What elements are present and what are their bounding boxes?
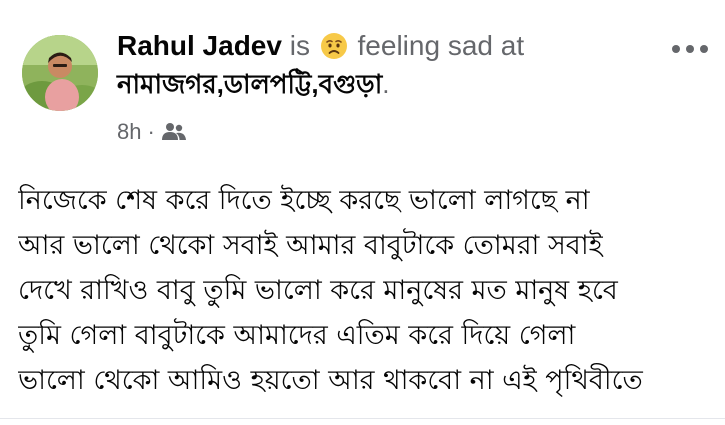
post-body: নিজেকে শেষ করে দিতে ইচ্ছে করছে ভালো লাগছ… [18, 178, 718, 403]
more-dot [686, 45, 694, 53]
author-name[interactable]: Rahul Jadev [117, 30, 282, 61]
friends-icon[interactable] [161, 121, 187, 143]
avatar[interactable] [22, 35, 98, 111]
location-name[interactable]: নামাজগর,ডালপট্টি,বগুড়া [117, 69, 382, 99]
more-dot [672, 45, 680, 53]
verb-text: is [289, 30, 310, 61]
feeling-text: feeling sad at [357, 30, 525, 61]
divider [0, 418, 725, 419]
timestamp[interactable]: 8h [117, 118, 141, 146]
location-suffix: . [382, 69, 390, 99]
meta-separator: · [147, 119, 155, 144]
more-options-icon[interactable] [672, 38, 708, 60]
avatar-photo [22, 35, 98, 111]
more-dot [700, 45, 708, 53]
post-text-line: আর ভালো থেকো সবাই আমার বাবুটাকে তোমরা সব… [18, 230, 603, 261]
post-text-line: নিজেকে শেষ করে দিতে ইচ্ছে করছে ভালো লাগছ… [18, 185, 590, 216]
post-header: Rahul Jadev is feeling sad at নামাজগর,ডা… [117, 28, 657, 104]
location-link[interactable]: নামাজগর,ডালপট্টি,বগুড়া. [117, 64, 657, 104]
sad-face-emoji-icon [320, 32, 348, 60]
post-text-line: তুমি গেলা বাবুটাকে আমাদের এতিম করে দিয়ে… [18, 320, 576, 351]
post-header-line: Rahul Jadev is feeling sad at [117, 28, 657, 64]
post-text-line: দেখে রাখিও বাবু তুমি ভালো করে মানুষের মত… [18, 275, 618, 306]
post-text-line: ভালো থেকো আমিও হয়তো আর থাকবো না এই পৃথি… [18, 365, 643, 396]
post-meta: 8h · [117, 118, 187, 146]
post-card: Rahul Jadev is feeling sad at নামাজগর,ডা… [0, 0, 725, 425]
